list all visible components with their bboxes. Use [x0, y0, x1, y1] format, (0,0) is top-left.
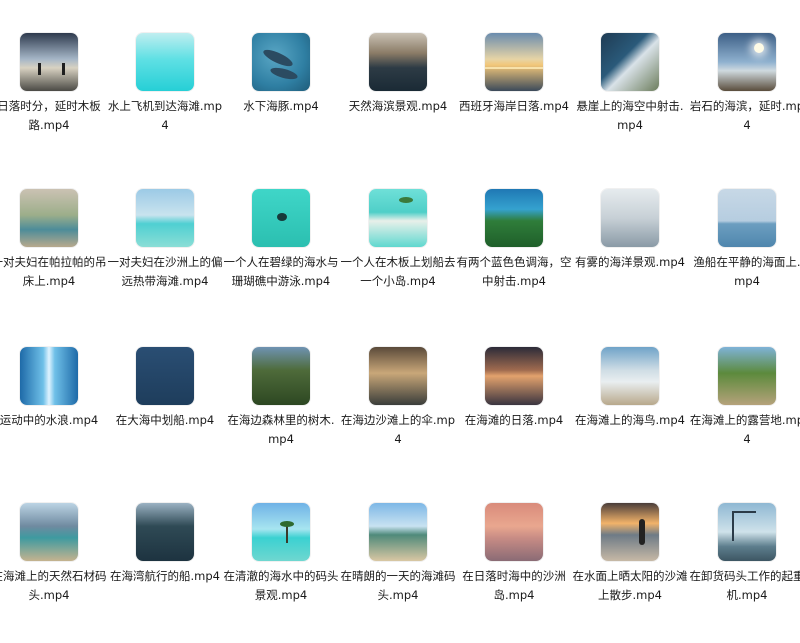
file-name-label: 在日落时海中的沙洲岛.mp4 — [462, 569, 566, 602]
file-tile[interactable]: 一个人在碧绿的海水与珊瑚礁中游泳.mp4 — [223, 189, 339, 329]
file-name-label: 悬崖上的海空中射击.mp4 — [576, 99, 684, 132]
file-tile[interactable]: 在海滩上的露营地.mp4 — [689, 347, 800, 487]
file-name-label: 有雾的海洋景观.mp4 — [575, 255, 685, 269]
file-tile[interactable]: 在海滩上的海鸟.mp4 — [572, 347, 688, 487]
file-name-label: 在海滩上的露营地.mp4 — [689, 413, 800, 446]
file-tile[interactable]: 运动中的水浪.mp4 — [0, 347, 107, 487]
file-name-label: 在海湾航行的船.mp4 — [110, 569, 220, 583]
video-thumbnail[interactable] — [601, 189, 659, 247]
video-thumbnail[interactable] — [485, 189, 543, 247]
file-tile[interactable]: 有两个蓝色色调海，空中射击.mp4 — [456, 189, 572, 329]
video-thumbnail[interactable] — [136, 33, 194, 91]
file-tile[interactable]: 日落时分，延时木板路.mp4 — [0, 33, 107, 173]
video-thumbnail[interactable] — [369, 33, 427, 91]
file-tile[interactable]: 在日落时海中的沙洲岛.mp4 — [456, 503, 572, 643]
crane-arm — [732, 511, 756, 513]
file-tile[interactable]: 渔船在平静的海面上.mp4 — [689, 189, 800, 329]
file-tile[interactable]: 一个人在木板上划船去一个小岛.mp4 — [340, 189, 456, 329]
video-thumbnail[interactable] — [20, 189, 78, 247]
video-thumbnail[interactable] — [718, 503, 776, 561]
video-thumbnail[interactable] — [252, 347, 310, 405]
video-thumbnail[interactable] — [485, 33, 543, 91]
file-name-label: 天然海滨景观.mp4 — [348, 99, 448, 113]
video-thumbnail[interactable] — [718, 347, 776, 405]
file-tile[interactable]: 西班牙海岸日落.mp4 — [456, 33, 572, 173]
file-name-label: 在海滩上的天然石材码头.mp4 — [0, 569, 107, 602]
video-thumbnail[interactable] — [485, 347, 543, 405]
file-tile[interactable]: 在海边森林里的树木.mp4 — [223, 347, 339, 487]
file-tile[interactable]: 在清澈的海水中的码头景观.mp4 — [223, 503, 339, 643]
video-thumbnail[interactable] — [20, 347, 78, 405]
file-name-label: 岩石的海滨，延时.mp4 — [689, 99, 800, 132]
file-tile[interactable]: 悬崖上的海空中射击.mp4 — [572, 33, 688, 173]
surfer-silhouette — [639, 519, 645, 545]
file-tile[interactable]: 在大海中划船.mp4 — [107, 347, 223, 487]
video-thumbnail[interactable] — [718, 33, 776, 91]
video-thumbnail[interactable] — [20, 33, 78, 91]
file-name-label: 在大海中划船.mp4 — [115, 413, 215, 427]
video-thumbnail[interactable] — [369, 189, 427, 247]
swimmer-shape — [277, 213, 287, 221]
dolphin-shape — [269, 65, 299, 82]
video-thumbnail[interactable] — [136, 503, 194, 561]
file-name-label: 在晴朗的一天的海滩码头.mp4 — [340, 569, 456, 602]
video-thumbnail[interactable] — [369, 503, 427, 561]
file-name-label: 有两个蓝色色调海，空中射击.mp4 — [456, 255, 572, 288]
video-thumbnail[interactable] — [601, 33, 659, 91]
island-shape — [399, 197, 413, 203]
dolphin-shape — [261, 46, 295, 70]
file-name-label: 在水面上晒太阳的沙滩上散步.mp4 — [572, 569, 688, 602]
file-name-label: 在清澈的海水中的码头景观.mp4 — [223, 569, 339, 602]
video-thumbnail[interactable] — [252, 503, 310, 561]
file-name-label: 一对夫妇在沙洲上的偏远热带海滩.mp4 — [107, 255, 223, 288]
palm-trunk — [286, 525, 288, 543]
crane-shape — [732, 511, 734, 541]
video-thumbnail[interactable] — [601, 347, 659, 405]
file-name-label: 水下海豚.mp4 — [243, 99, 319, 113]
video-thumbnail[interactable] — [252, 33, 310, 91]
file-tile[interactable]: 在海湾航行的船.mp4 — [107, 503, 223, 643]
file-name-label: 一个人在碧绿的海水与珊瑚礁中游泳.mp4 — [223, 255, 339, 288]
file-tile[interactable]: 在水面上晒太阳的沙滩上散步.mp4 — [572, 503, 688, 643]
video-thumbnail[interactable] — [136, 189, 194, 247]
video-thumbnail[interactable] — [601, 503, 659, 561]
file-tile[interactable]: 在卸货码头工作的起重机.mp4 — [689, 503, 800, 643]
palm-leaves — [280, 521, 294, 527]
video-thumbnail[interactable] — [485, 503, 543, 561]
file-name-label: 渔船在平静的海面上.mp4 — [693, 255, 800, 288]
file-name-label: 运动中的水浪.mp4 — [0, 413, 99, 427]
file-tile[interactable]: 在海滩的日落.mp4 — [456, 347, 572, 487]
file-name-label: 在海边森林里的树木.mp4 — [227, 413, 335, 446]
video-thumbnail[interactable] — [136, 347, 194, 405]
file-grid: 日落时分，延时木板路.mp4 水上飞机到达海滩.mp4 水下海豚.mp4 天然海滨景观… — [0, 0, 800, 622]
file-tile[interactable]: 有雾的海洋景观.mp4 — [572, 189, 688, 329]
video-thumbnail[interactable] — [252, 189, 310, 247]
video-thumbnail[interactable] — [20, 503, 78, 561]
file-tile[interactable]: 水下海豚.mp4 — [223, 33, 339, 173]
person-silhouette — [62, 63, 65, 75]
video-thumbnail[interactable] — [718, 189, 776, 247]
file-tile[interactable]: 在海滩上的天然石材码头.mp4 — [0, 503, 107, 643]
sun-glow — [754, 43, 764, 53]
file-tile[interactable]: 在海边沙滩上的伞.mp4 — [340, 347, 456, 487]
file-tile[interactable]: 天然海滨景观.mp4 — [340, 33, 456, 173]
file-name-label: 在海滩上的海鸟.mp4 — [575, 413, 685, 427]
file-name-label: 在卸货码头工作的起重机.mp4 — [689, 569, 800, 602]
file-tile[interactable]: 水上飞机到达海滩.mp4 — [107, 33, 223, 173]
file-name-label: 在海滩的日落.mp4 — [464, 413, 564, 427]
file-name-label: 西班牙海岸日落.mp4 — [459, 99, 569, 113]
video-thumbnail[interactable] — [369, 347, 427, 405]
file-tile[interactable]: 一对夫妇在帕拉帕的吊床上.mp4 — [0, 189, 107, 329]
file-tile[interactable]: 岩石的海滨，延时.mp4 — [689, 33, 800, 173]
file-name-label: 在海边沙滩上的伞.mp4 — [340, 413, 456, 446]
file-name-label: 一个人在木板上划船去一个小岛.mp4 — [340, 255, 456, 288]
person-silhouette — [38, 63, 41, 75]
file-name-label: 水上飞机到达海滩.mp4 — [107, 99, 223, 132]
file-name-label: 日落时分，延时木板路.mp4 — [0, 99, 101, 132]
file-tile[interactable]: 在晴朗的一天的海滩码头.mp4 — [340, 503, 456, 643]
file-tile[interactable]: 一对夫妇在沙洲上的偏远热带海滩.mp4 — [107, 189, 223, 329]
file-name-label: 一对夫妇在帕拉帕的吊床上.mp4 — [0, 255, 107, 288]
horizon-line — [485, 67, 543, 69]
